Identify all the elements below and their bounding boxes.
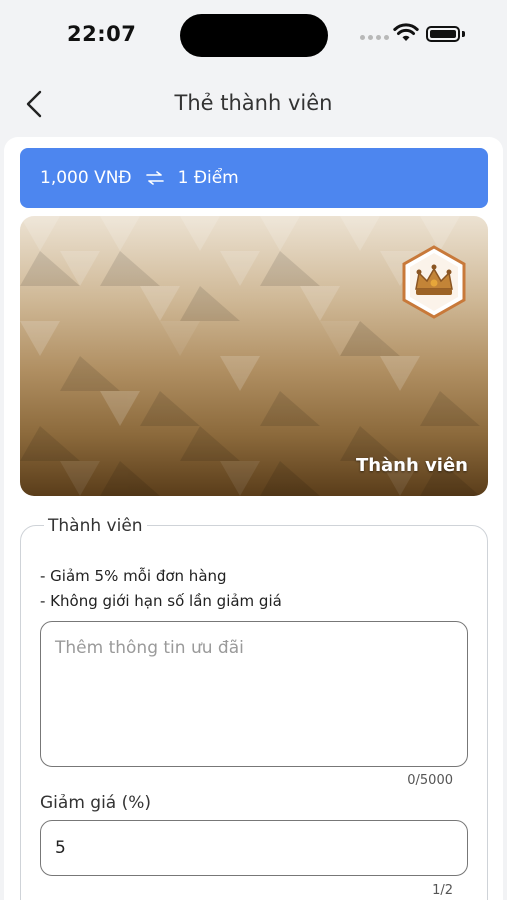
cellular-signal-icon [360,35,389,40]
offer-char-counter: 0/5000 [407,773,453,788]
status-bar: 22:07 [0,0,507,70]
exchange-rate-banner: 1,000 VNĐ 1 Điểm [20,148,488,208]
discount-input[interactable]: 5 [40,820,468,876]
tier-legend: Thành viên [44,516,147,536]
benefit-item: - Giảm 5% mỗi đơn hàng [40,567,227,585]
card-tier-label: Thành viên [355,455,468,476]
offer-info-textarea[interactable]: Thêm thông tin ưu đãi [40,621,468,767]
discount-char-counter: 1/2 [432,883,453,898]
exchange-points: 1 Điểm [177,168,239,188]
discount-value: 5 [55,838,66,858]
benefit-item: - Không giới hạn số lần giảm giá [40,592,282,610]
offer-info-placeholder: Thêm thông tin ưu đãi [55,638,244,658]
status-time: 22:07 [67,22,137,46]
exchange-amount: 1,000 VNĐ [40,168,132,188]
crown-badge-icon [402,245,466,319]
page-title: Thẻ thành viên [174,91,333,115]
member-card[interactable]: Thành viên [20,216,488,496]
battery-icon [426,26,460,42]
swap-arrows-icon [145,171,164,185]
battery-cap [462,31,465,37]
discount-label: Giảm giá (%) [40,793,152,813]
dynamic-island [180,14,328,57]
wifi-icon [393,23,419,41]
nav-bar: Thẻ thành viên [0,78,507,130]
